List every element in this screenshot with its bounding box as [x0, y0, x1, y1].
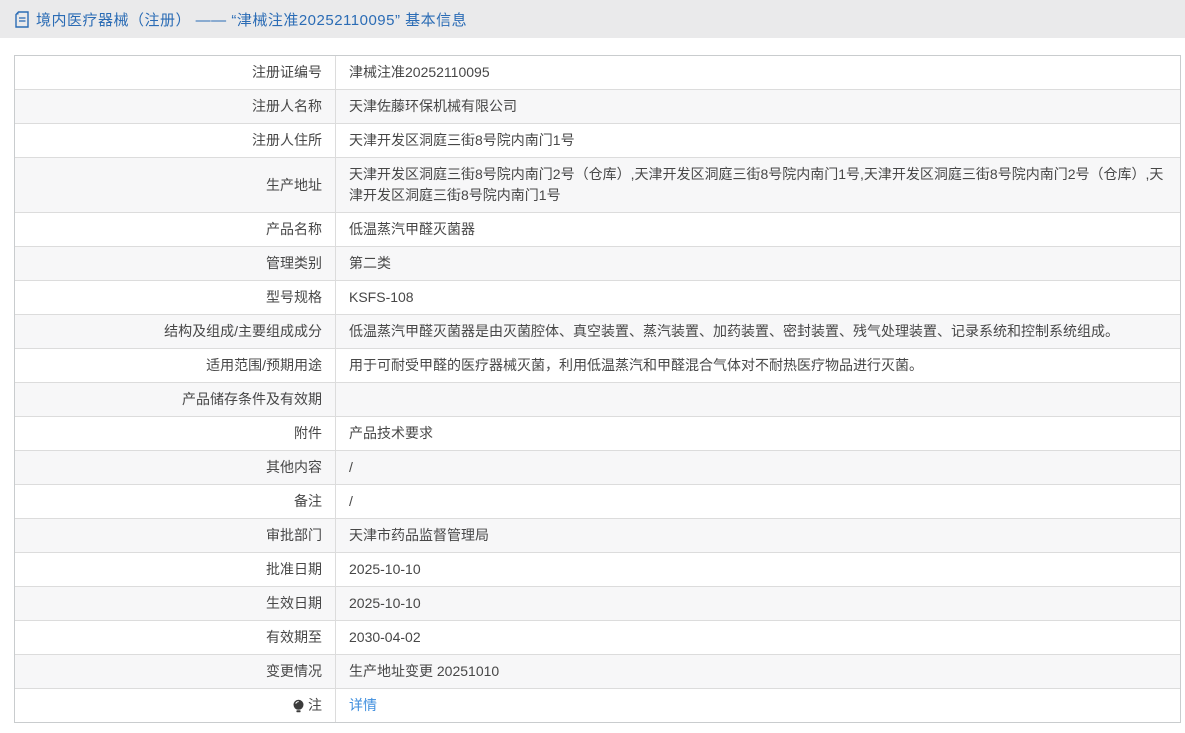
row-label: 注 — [15, 689, 336, 722]
row-value: 2025-10-10 — [336, 553, 1180, 586]
row-value: KSFS-108 — [336, 281, 1180, 314]
row-label-text: 生产地址 — [266, 176, 322, 193]
table-row: 附件 产品技术要求 — [15, 417, 1180, 451]
row-label-text: 有效期至 — [266, 629, 322, 645]
row-value-text: / — [349, 493, 353, 509]
row-label: 有效期至 — [15, 621, 336, 654]
document-icon — [14, 10, 30, 28]
row-label: 结构及组成/主要组成成分 — [15, 315, 336, 348]
row-label-text: 其他内容 — [266, 459, 322, 475]
row-value-text: 用于可耐受甲醛的医疗器械灭菌，利用低温蒸汽和甲醛混合气体对不耐热医疗物品进行灭菌… — [349, 357, 923, 373]
table-row: 有效期至 2030-04-02 — [15, 621, 1180, 655]
row-value-text: 天津开发区洞庭三街8号院内南门2号（仓库）,天津开发区洞庭三街8号院内南门1号,… — [349, 166, 1164, 203]
detail-link[interactable]: 详情 — [349, 695, 377, 716]
row-value: / — [336, 485, 1180, 518]
table-row: 审批部门 天津市药品监督管理局 — [15, 519, 1180, 553]
row-value-text: 低温蒸汽甲醛灭菌器 — [349, 221, 475, 237]
row-value-text: 天津市药品监督管理局 — [349, 527, 489, 543]
row-label: 批准日期 — [15, 553, 336, 586]
row-value: 第二类 — [336, 247, 1180, 280]
row-value: 生产地址变更 20251010 — [336, 655, 1180, 688]
row-label: 变更情况 — [15, 655, 336, 688]
row-value: 低温蒸汽甲醛灭菌器是由灭菌腔体、真空装置、蒸汽装置、加药装置、密封装置、残气处理… — [336, 315, 1180, 348]
row-value: 津械注准20252110095 — [336, 56, 1180, 89]
row-value: 天津佐藤环保机械有限公司 — [336, 90, 1180, 123]
table-row: 注 详情 — [15, 689, 1180, 722]
page-header: 境内医疗器械（注册） —— “津械注准20252110095” 基本信息 — [0, 0, 1185, 38]
row-label: 产品名称 — [15, 213, 336, 246]
row-value-text: 产品技术要求 — [349, 425, 433, 441]
table-row: 批准日期 2025-10-10 — [15, 553, 1180, 587]
row-label-text: 适用范围/预期用途 — [206, 357, 322, 373]
row-label-text: 批准日期 — [266, 561, 322, 577]
row-label: 其他内容 — [15, 451, 336, 484]
row-value: 产品技术要求 — [336, 417, 1180, 450]
row-label: 产品储存条件及有效期 — [15, 383, 336, 416]
row-label-text: 注册人名称 — [252, 98, 322, 114]
bulb-icon — [292, 699, 305, 714]
row-value-text: / — [349, 459, 353, 475]
row-value: 用于可耐受甲醛的医疗器械灭菌，利用低温蒸汽和甲醛混合气体对不耐热医疗物品进行灭菌… — [336, 349, 1180, 382]
row-value-text: 天津佐藤环保机械有限公司 — [349, 98, 517, 114]
row-label: 附件 — [15, 417, 336, 450]
row-value-text: 天津开发区洞庭三街8号院内南门1号 — [349, 132, 575, 148]
row-value: 天津市药品监督管理局 — [336, 519, 1180, 552]
row-value-text: 2025-10-10 — [349, 561, 421, 577]
row-label-text: 生效日期 — [266, 595, 322, 611]
table-row: 注册证编号 津械注准20252110095 — [15, 56, 1180, 90]
table-row: 型号规格 KSFS-108 — [15, 281, 1180, 315]
table-row: 备注 / — [15, 485, 1180, 519]
row-label: 型号规格 — [15, 281, 336, 314]
table-row: 注册人名称 天津佐藤环保机械有限公司 — [15, 90, 1180, 124]
row-value-text: 津械注准20252110095 — [349, 64, 490, 80]
table-row: 注册人住所 天津开发区洞庭三街8号院内南门1号 — [15, 124, 1180, 158]
info-table: 注册证编号 津械注准20252110095 注册人名称 天津佐藤环保机械有限公司 注册人… — [14, 55, 1181, 723]
table-row: 管理类别 第二类 — [15, 247, 1180, 281]
row-label-text: 注 — [308, 697, 322, 713]
row-label-text: 注册证编号 — [252, 64, 322, 80]
row-value-text: 第二类 — [349, 255, 391, 271]
row-label: 注册人住所 — [15, 124, 336, 157]
row-label-text: 产品名称 — [266, 221, 322, 237]
row-value: / — [336, 451, 1180, 484]
row-label-text: 附件 — [294, 425, 322, 441]
row-label-text: 产品储存条件及有效期 — [182, 391, 322, 407]
row-value: 详情 — [336, 689, 1180, 722]
table-row: 变更情况 生产地址变更 20251010 — [15, 655, 1180, 689]
row-value-text: KSFS-108 — [349, 289, 414, 305]
table-row: 适用范围/预期用途 用于可耐受甲醛的医疗器械灭菌，利用低温蒸汽和甲醛混合气体对不耐… — [15, 349, 1180, 383]
row-label-text: 结构及组成/主要组成成分 — [164, 323, 322, 339]
table-row: 生产地址 天津开发区洞庭三街8号院内南门2号（仓库）,天津开发区洞庭三街8号院内南… — [15, 158, 1180, 213]
row-label-text: 注册人住所 — [252, 132, 322, 148]
row-value-text: 低温蒸汽甲醛灭菌器是由灭菌腔体、真空装置、蒸汽装置、加药装置、密封装置、残气处理… — [349, 323, 1119, 339]
table-row: 生效日期 2025-10-10 — [15, 587, 1180, 621]
row-label: 生产地址 — [15, 158, 336, 212]
row-label: 管理类别 — [15, 247, 336, 280]
page-title: 境内医疗器械（注册） —— “津械注准20252110095” 基本信息 — [36, 11, 468, 29]
row-label-text: 审批部门 — [266, 527, 322, 543]
row-value: 天津开发区洞庭三街8号院内南门2号（仓库）,天津开发区洞庭三街8号院内南门1号,… — [336, 158, 1180, 212]
row-label-text: 变更情况 — [266, 663, 322, 679]
row-value-text: 2025-10-10 — [349, 595, 421, 611]
table-row: 产品储存条件及有效期 — [15, 383, 1180, 417]
row-label: 注册证编号 — [15, 56, 336, 89]
row-label: 备注 — [15, 485, 336, 518]
row-label: 审批部门 — [15, 519, 336, 552]
row-value: 2030-04-02 — [336, 621, 1180, 654]
row-value: 2025-10-10 — [336, 587, 1180, 620]
row-value-text: 2030-04-02 — [349, 629, 421, 645]
row-label-text: 管理类别 — [266, 255, 322, 271]
row-value: 天津开发区洞庭三街8号院内南门1号 — [336, 124, 1180, 157]
row-value-text: 生产地址变更 20251010 — [349, 663, 500, 679]
row-label-text: 备注 — [294, 493, 322, 509]
table-row: 结构及组成/主要组成成分 低温蒸汽甲醛灭菌器是由灭菌腔体、真空装置、蒸汽装置、加药… — [15, 315, 1180, 349]
row-label: 注册人名称 — [15, 90, 336, 123]
row-label-text: 型号规格 — [266, 289, 322, 305]
row-value: 低温蒸汽甲醛灭菌器 — [336, 213, 1180, 246]
table-row: 其他内容 / — [15, 451, 1180, 485]
row-label: 适用范围/预期用途 — [15, 349, 336, 382]
row-value — [336, 383, 1180, 416]
row-label: 生效日期 — [15, 587, 336, 620]
table-row: 产品名称 低温蒸汽甲醛灭菌器 — [15, 213, 1180, 247]
